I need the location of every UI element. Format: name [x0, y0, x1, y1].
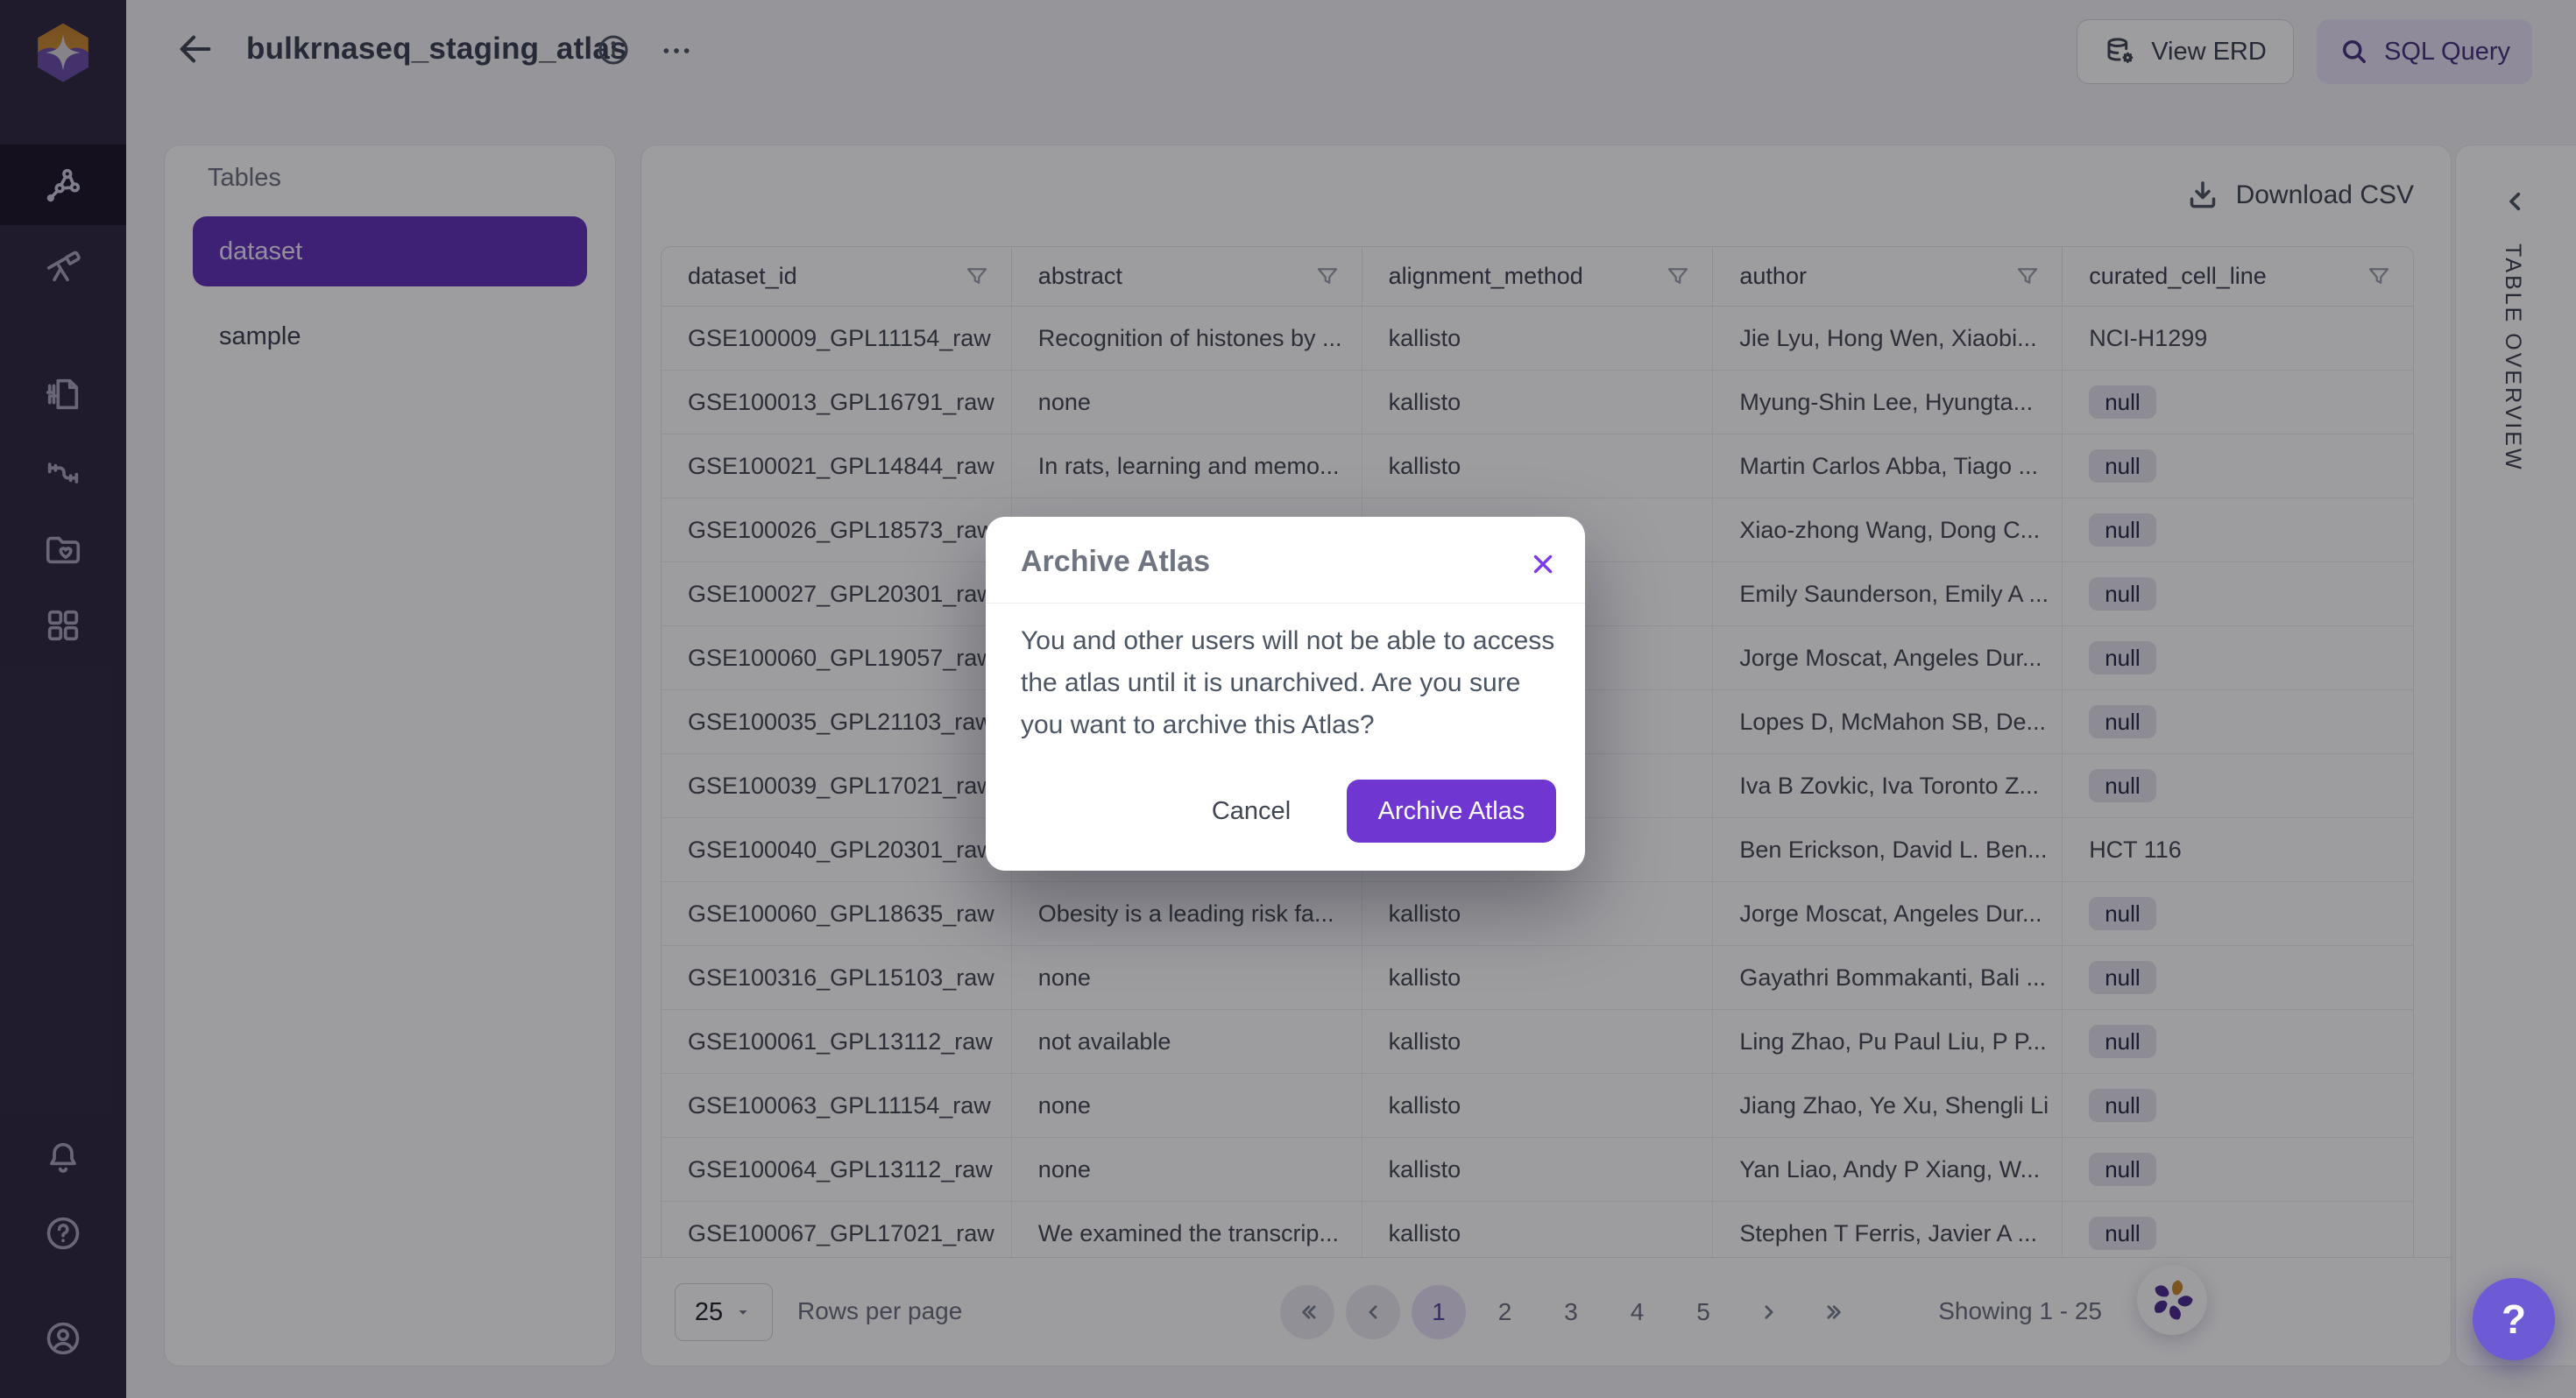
help-beacon-button[interactable]: ?: [2473, 1278, 2555, 1360]
modal-body-text: You and other users will not be able to …: [1021, 620, 1560, 746]
cancel-button[interactable]: Cancel: [1194, 780, 1308, 843]
archive-atlas-modal: Archive Atlas You and other users will n…: [986, 517, 1585, 871]
modal-title: Archive Atlas: [1021, 545, 1210, 579]
close-icon: [1528, 549, 1558, 579]
archive-atlas-button[interactable]: Archive Atlas: [1347, 780, 1556, 843]
modal-divider: [986, 603, 1585, 604]
close-button[interactable]: [1524, 545, 1562, 583]
